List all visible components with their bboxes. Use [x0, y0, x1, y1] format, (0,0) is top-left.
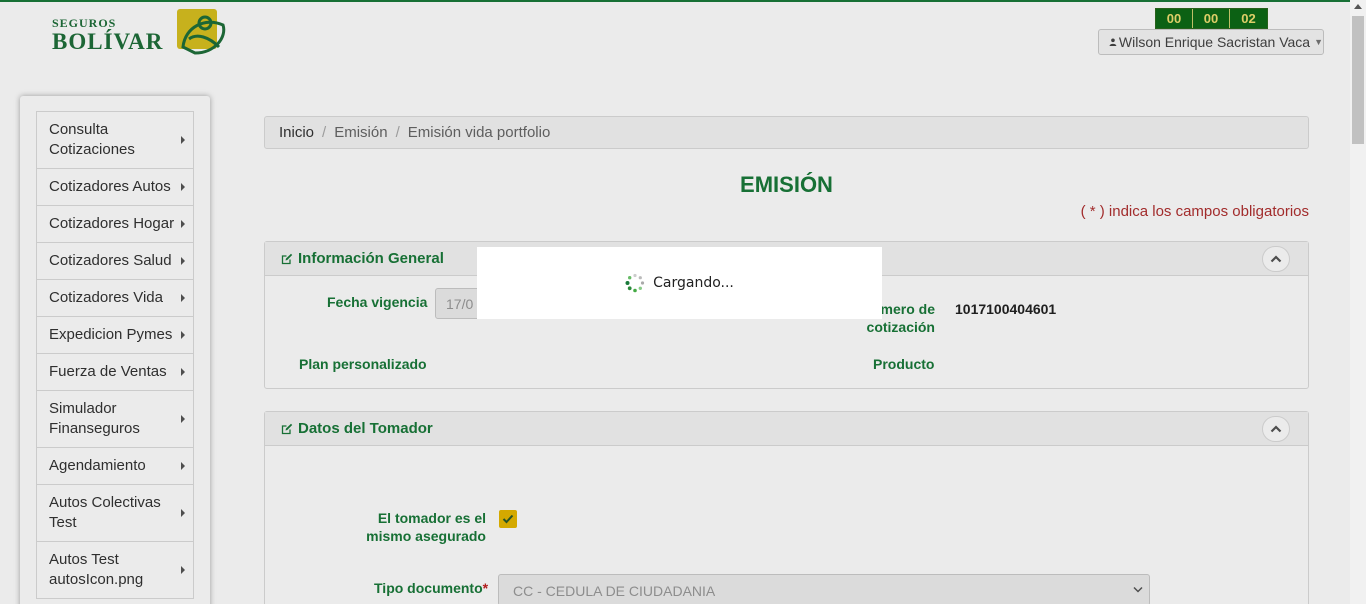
loading-dialog: Cargando...	[477, 247, 882, 319]
spinner-icon	[625, 273, 645, 293]
page-scrollbar[interactable]	[1350, 0, 1366, 604]
scroll-up-arrow-icon[interactable]	[1354, 4, 1362, 9]
scrollbar-thumb[interactable]	[1352, 16, 1364, 144]
loading-text: Cargando...	[653, 275, 734, 291]
